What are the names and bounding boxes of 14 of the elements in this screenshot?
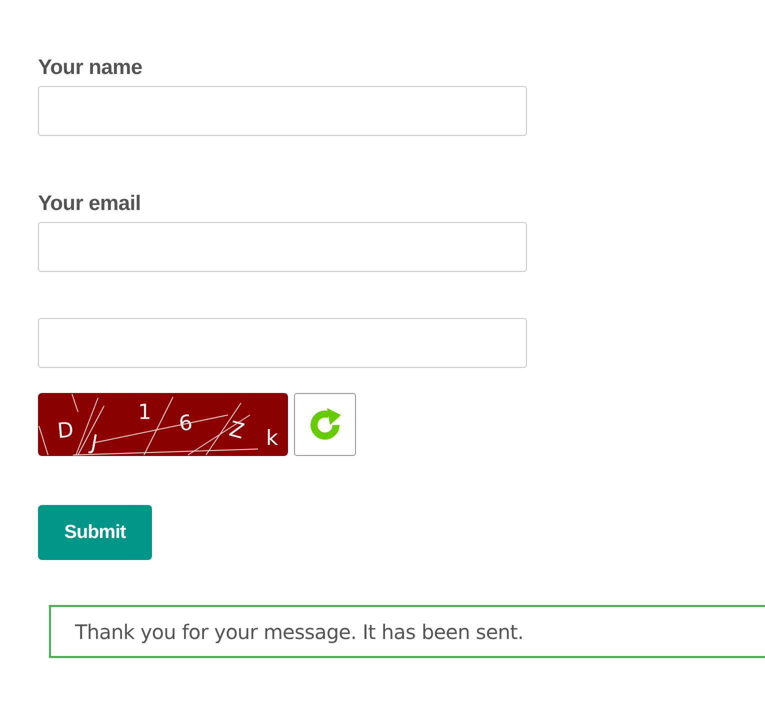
input-field[interactable]	[38, 222, 527, 272]
captcha-character: Z	[226, 416, 247, 444]
input-field[interactable]	[38, 318, 527, 368]
captcha-character: 6	[177, 410, 194, 436]
submit-button[interactable]: Submit	[38, 505, 152, 560]
success-message: Thank you for your message. It has been sent.	[49, 605, 765, 658]
captcha-character: D	[56, 418, 75, 443]
field-label: Your email	[38, 192, 142, 216]
refresh-button[interactable]	[294, 393, 356, 456]
field-label: Your name	[38, 56, 144, 80]
input-field[interactable]	[38, 86, 527, 136]
captcha-character: J	[89, 430, 100, 455]
captcha-character: k	[266, 426, 278, 450]
captcha-character: 1	[138, 400, 152, 424]
